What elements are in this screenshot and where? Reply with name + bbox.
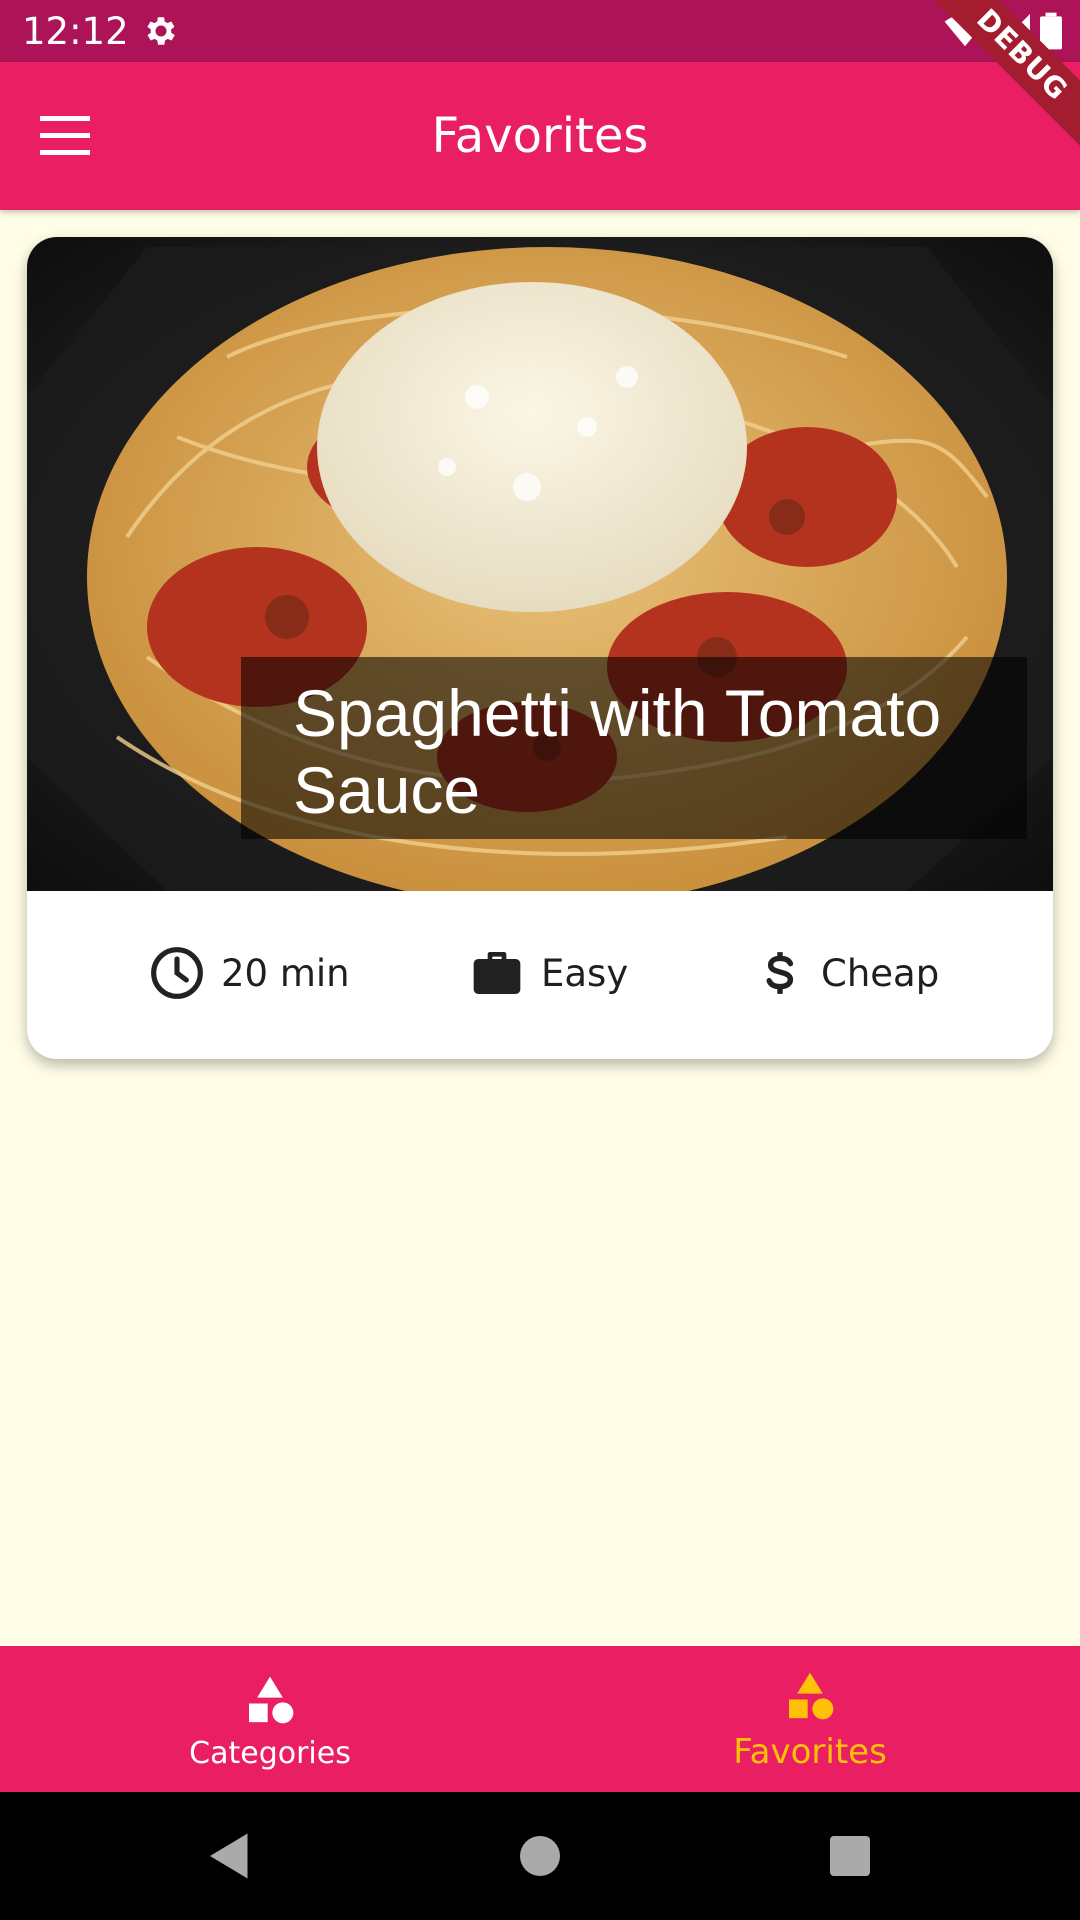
nav-label-categories: Categories <box>189 1736 351 1771</box>
category-icon <box>249 1676 294 1724</box>
home-icon[interactable] <box>510 1826 570 1886</box>
clock-icon <box>151 947 203 999</box>
dollar-icon <box>766 952 794 994</box>
meal-duration-text: 20 min <box>221 951 350 995</box>
meal-complexity: Easy <box>469 943 628 1003</box>
meal-duration: 20 min <box>149 943 350 1003</box>
meal-affordability-text: Cheap <box>821 951 940 995</box>
gear-icon <box>147 17 175 45</box>
meal-affordability: Cheap <box>755 943 939 1003</box>
meal-title-overlay: Spaghetti with Tomato Sauce <box>241 657 1027 839</box>
system-navigation-bar <box>0 1792 1080 1920</box>
back-icon[interactable] <box>200 1826 260 1886</box>
nav-label-favorites: Favorites <box>733 1732 887 1772</box>
briefcase-icon <box>473 952 521 994</box>
bottom-navigation: Categories Favorites <box>0 1646 1080 1792</box>
recents-icon[interactable] <box>820 1826 880 1886</box>
meal-complexity-text: Easy <box>541 951 629 995</box>
status-bar: 12:12 <box>0 0 1080 62</box>
meal-meta: 20 min Easy Cheap <box>27 891 1053 1059</box>
nav-item-favorites[interactable]: Favorites <box>540 1646 1080 1792</box>
app-bar: Favorites <box>0 62 1080 210</box>
status-time: 12:12 <box>22 10 129 53</box>
category-icon <box>789 1672 834 1720</box>
nav-item-categories[interactable]: Categories <box>0 1646 540 1792</box>
page-title: Favorites <box>431 108 649 164</box>
meal-card[interactable]: Spaghetti with Tomato Sauce 20 min Easy … <box>27 237 1053 1059</box>
meal-title: Spaghetti with Tomato Sauce <box>293 676 942 827</box>
